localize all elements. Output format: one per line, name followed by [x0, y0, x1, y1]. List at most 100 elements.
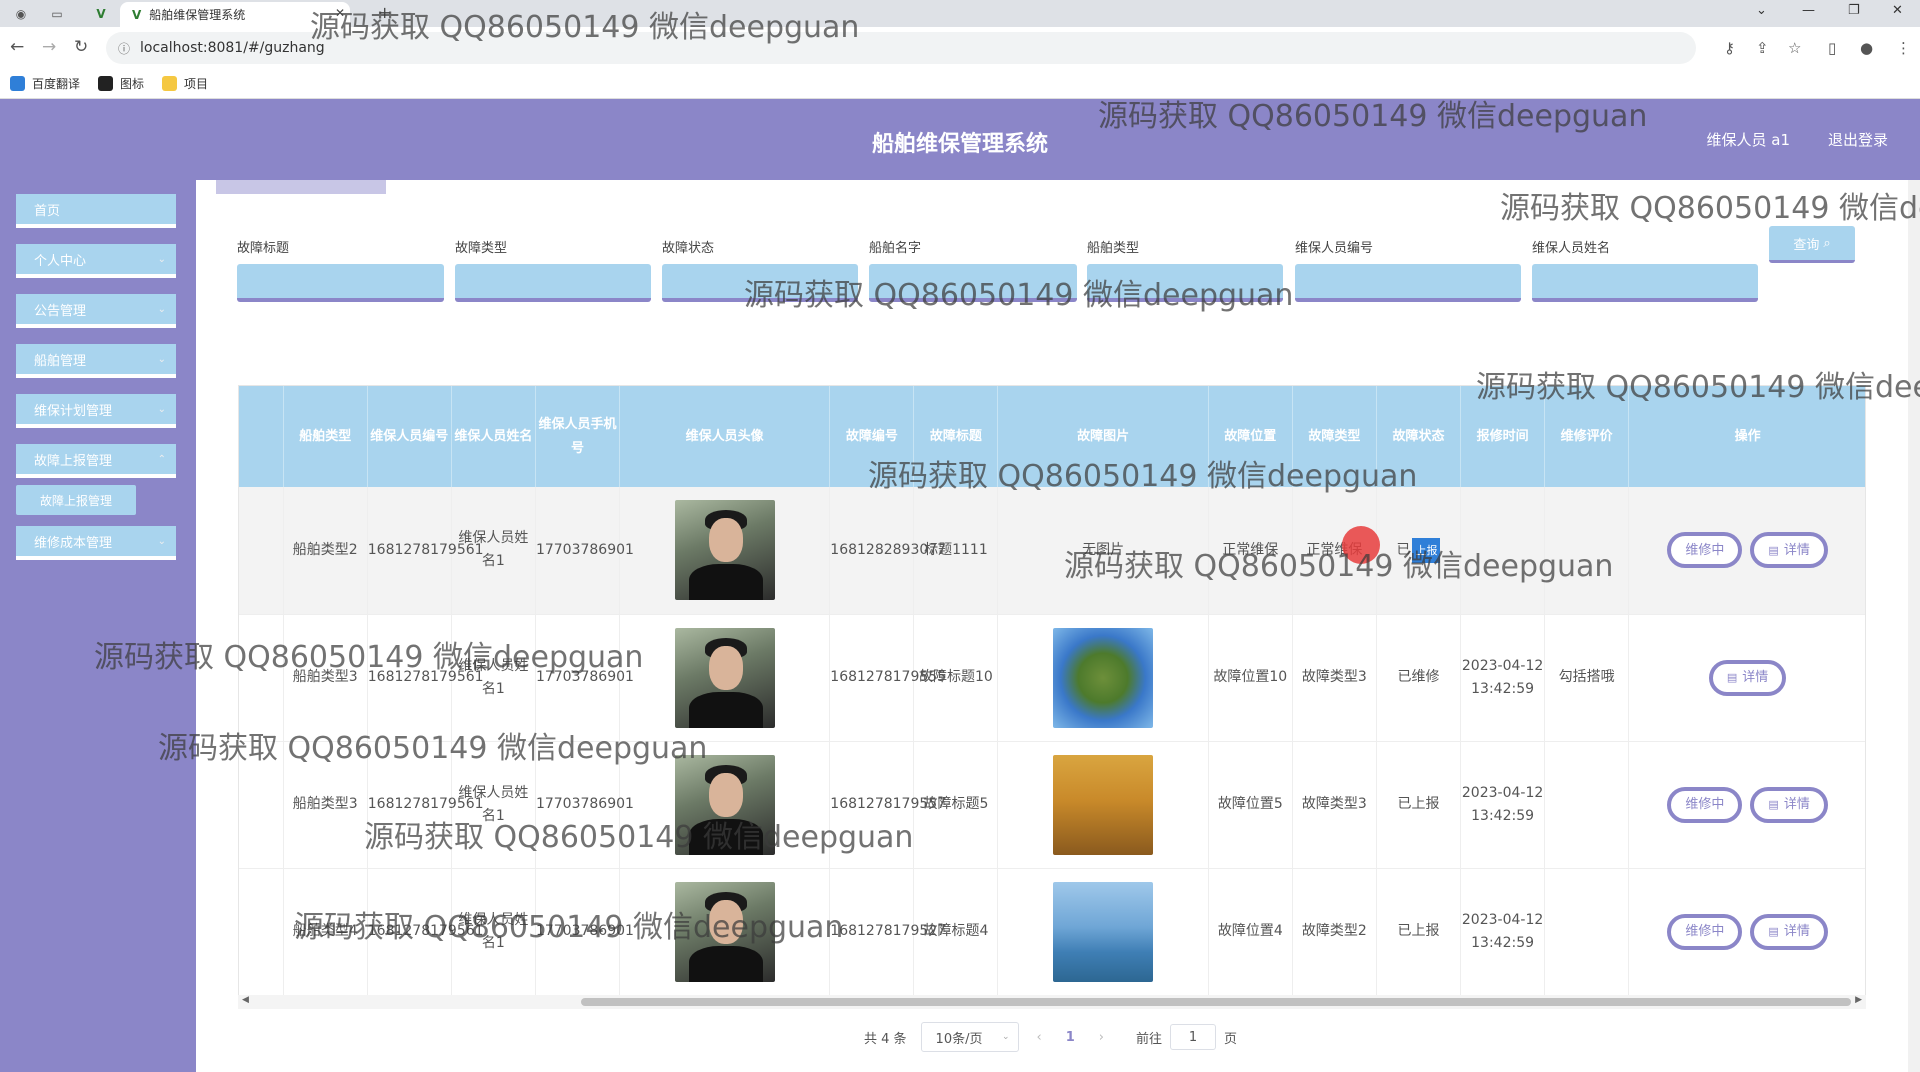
column-header[interactable]: 故障标题: [913, 386, 999, 487]
repairing-button[interactable]: 维修中: [1667, 786, 1743, 823]
pinned-tab-icon[interactable]: ▭: [40, 3, 74, 25]
page-number[interactable]: 1: [1066, 1030, 1075, 1045]
select-cell[interactable]: [239, 487, 284, 615]
pinned-tab-vue-icon[interactable]: V: [84, 3, 118, 25]
sidebar-item-personal[interactable]: 个人中心 ⌄: [16, 244, 176, 278]
url-field[interactable]: ⓘ localhost:8081/#/guzhang: [106, 32, 1696, 64]
restore-icon[interactable]: ❐: [1848, 3, 1860, 18]
phone-cell: 17703786901: [535, 487, 634, 615]
prev-page-icon[interactable]: ‹: [1037, 1030, 1042, 1045]
fault-image-cell: [997, 614, 1209, 742]
detail-button[interactable]: ▤ 详情: [1750, 786, 1828, 823]
select-cell[interactable]: [239, 614, 284, 742]
column-header[interactable]: 报修时间: [1460, 386, 1546, 487]
logout-button[interactable]: 退出登录: [1828, 129, 1888, 150]
select-cell[interactable]: [239, 868, 284, 996]
column-header[interactable]: 故障编号: [829, 386, 915, 487]
profile-icon[interactable]: ●: [1860, 39, 1873, 57]
pagination: 共 4 条 10条/页 ⌄ ‹ 1 › 前往 1 页: [864, 1022, 1237, 1052]
column-header[interactable]: 故障图片: [997, 386, 1209, 487]
search-button[interactable]: 查询 ⌕: [1769, 226, 1855, 263]
new-tab-icon[interactable]: +: [378, 3, 391, 22]
pinned-tab-icon[interactable]: ◉: [4, 3, 38, 25]
reload-icon[interactable]: ↻: [74, 37, 88, 57]
repairing-button[interactable]: 维修中: [1667, 913, 1743, 950]
sidebar-item-home[interactable]: 首页: [16, 194, 176, 228]
key-icon[interactable]: ⚷: [1724, 39, 1735, 57]
share-icon[interactable]: ⇪: [1756, 39, 1769, 57]
active-tab[interactable]: V 船舶维保管理系统: [120, 2, 350, 27]
review-cell: 勾括搭哦: [1544, 614, 1630, 742]
fault-image[interactable]: [1053, 627, 1154, 728]
close-tab-icon[interactable]: ✕: [335, 6, 345, 20]
forward-icon[interactable]: →: [42, 37, 56, 57]
fault-title-cell: 故障标题4: [913, 868, 999, 996]
close-window-icon[interactable]: ✕: [1892, 3, 1903, 18]
fault-image[interactable]: [1053, 881, 1154, 982]
sidebar-item-notices[interactable]: 公告管理 ⌄: [16, 294, 176, 328]
side-panel-icon[interactable]: ▯: [1828, 39, 1836, 57]
detail-button[interactable]: ▤ 详情: [1750, 532, 1828, 569]
sidebar-item-plans[interactable]: 维保计划管理 ⌄: [16, 394, 176, 428]
fault-no-cell: 1681282893077: [829, 487, 946, 615]
detail-button[interactable]: ▤ 详情: [1708, 659, 1787, 696]
page-size-select[interactable]: 10条/页 ⌄: [920, 1022, 1019, 1052]
scrollbar-thumb[interactable]: [581, 998, 1851, 1006]
table-row: 船舶类型2 1681278179561 维保人员姓名1 17703786901 1681…: [239, 487, 1865, 615]
chevron-down-icon: ⌄: [157, 303, 166, 315]
tab-search-icon[interactable]: ⌄: [1756, 3, 1767, 18]
goto-page-input[interactable]: 1: [1170, 1024, 1217, 1050]
next-page-icon[interactable]: ›: [1099, 1030, 1104, 1045]
menu-dots-icon[interactable]: ⋮: [1896, 39, 1911, 57]
fault-type-input[interactable]: [455, 264, 651, 302]
detail-button[interactable]: ▤ 详情: [1750, 913, 1828, 950]
site-info-icon[interactable]: ⓘ: [118, 40, 130, 57]
chevron-up-icon: ⌃: [157, 453, 166, 465]
scroll-left-icon[interactable]: ◀: [242, 995, 249, 1005]
review-cell: [1544, 868, 1630, 996]
repairing-button[interactable]: 维修中: [1667, 532, 1743, 569]
minimize-icon[interactable]: —: [1802, 3, 1815, 18]
avatar[interactable]: [674, 881, 775, 982]
avatar[interactable]: [674, 627, 775, 728]
bookmark-item[interactable]: 图标: [98, 75, 144, 92]
staff-no-input[interactable]: [1295, 264, 1521, 302]
filter-label: 故障标题: [237, 241, 290, 256]
fault-image[interactable]: [1053, 754, 1154, 855]
phone-cell: 17703786901: [535, 868, 634, 996]
page-scrollbar[interactable]: [1908, 180, 1920, 1072]
sidebar-item-costs[interactable]: 维修成本管理 ⌄: [16, 526, 176, 560]
bookmark-item[interactable]: 项目: [162, 75, 208, 92]
chevron-down-icon: ⌄: [157, 253, 166, 265]
document-icon: ▤: [1768, 925, 1779, 938]
back-icon[interactable]: ←: [10, 37, 24, 57]
column-header[interactable]: 故障状态: [1376, 386, 1462, 487]
column-header[interactable]: 故障类型: [1292, 386, 1377, 487]
ship-type-input[interactable]: [1087, 264, 1283, 302]
avatar[interactable]: [674, 500, 775, 601]
column-header[interactable]: 故障位置: [1208, 386, 1293, 487]
column-header[interactable]: 维修评价: [1544, 386, 1630, 487]
bookmark-item[interactable]: 百度翻译: [10, 75, 80, 92]
fault-title-cell: 标题1111: [913, 487, 999, 615]
column-header[interactable]: 船舶类型: [283, 386, 368, 487]
fault-title-input[interactable]: [237, 264, 444, 302]
select-cell[interactable]: [239, 741, 284, 869]
avatar[interactable]: [674, 754, 775, 855]
filter-label: 维保人员编号: [1295, 241, 1374, 256]
staff-name-input[interactable]: [1532, 264, 1758, 302]
scroll-right-icon[interactable]: ▶: [1855, 995, 1862, 1005]
bookmark-star-icon[interactable]: ☆: [1788, 39, 1801, 57]
column-header[interactable]: 维保人员手机号: [535, 386, 621, 487]
sidebar-item-faults[interactable]: 故障上报管理 ⌃: [16, 444, 176, 478]
sidebar-item-ships[interactable]: 船舶管理 ⌄: [16, 344, 176, 378]
fault-status-input[interactable]: [662, 264, 858, 302]
bookmarks-bar: 百度翻译 图标 项目: [0, 69, 1920, 99]
column-header[interactable]: 维保人员编号: [367, 386, 452, 487]
fault-type-cell: 故障类型3: [1292, 614, 1377, 742]
horizontal-scrollbar[interactable]: ◀ ▶: [238, 995, 1866, 1009]
ship-name-input[interactable]: [869, 264, 1077, 302]
column-header[interactable]: 维保人员头像: [619, 386, 831, 487]
sidebar-subitem-faults[interactable]: 故障上报管理: [16, 485, 136, 515]
column-header[interactable]: 维保人员姓名: [451, 386, 536, 487]
